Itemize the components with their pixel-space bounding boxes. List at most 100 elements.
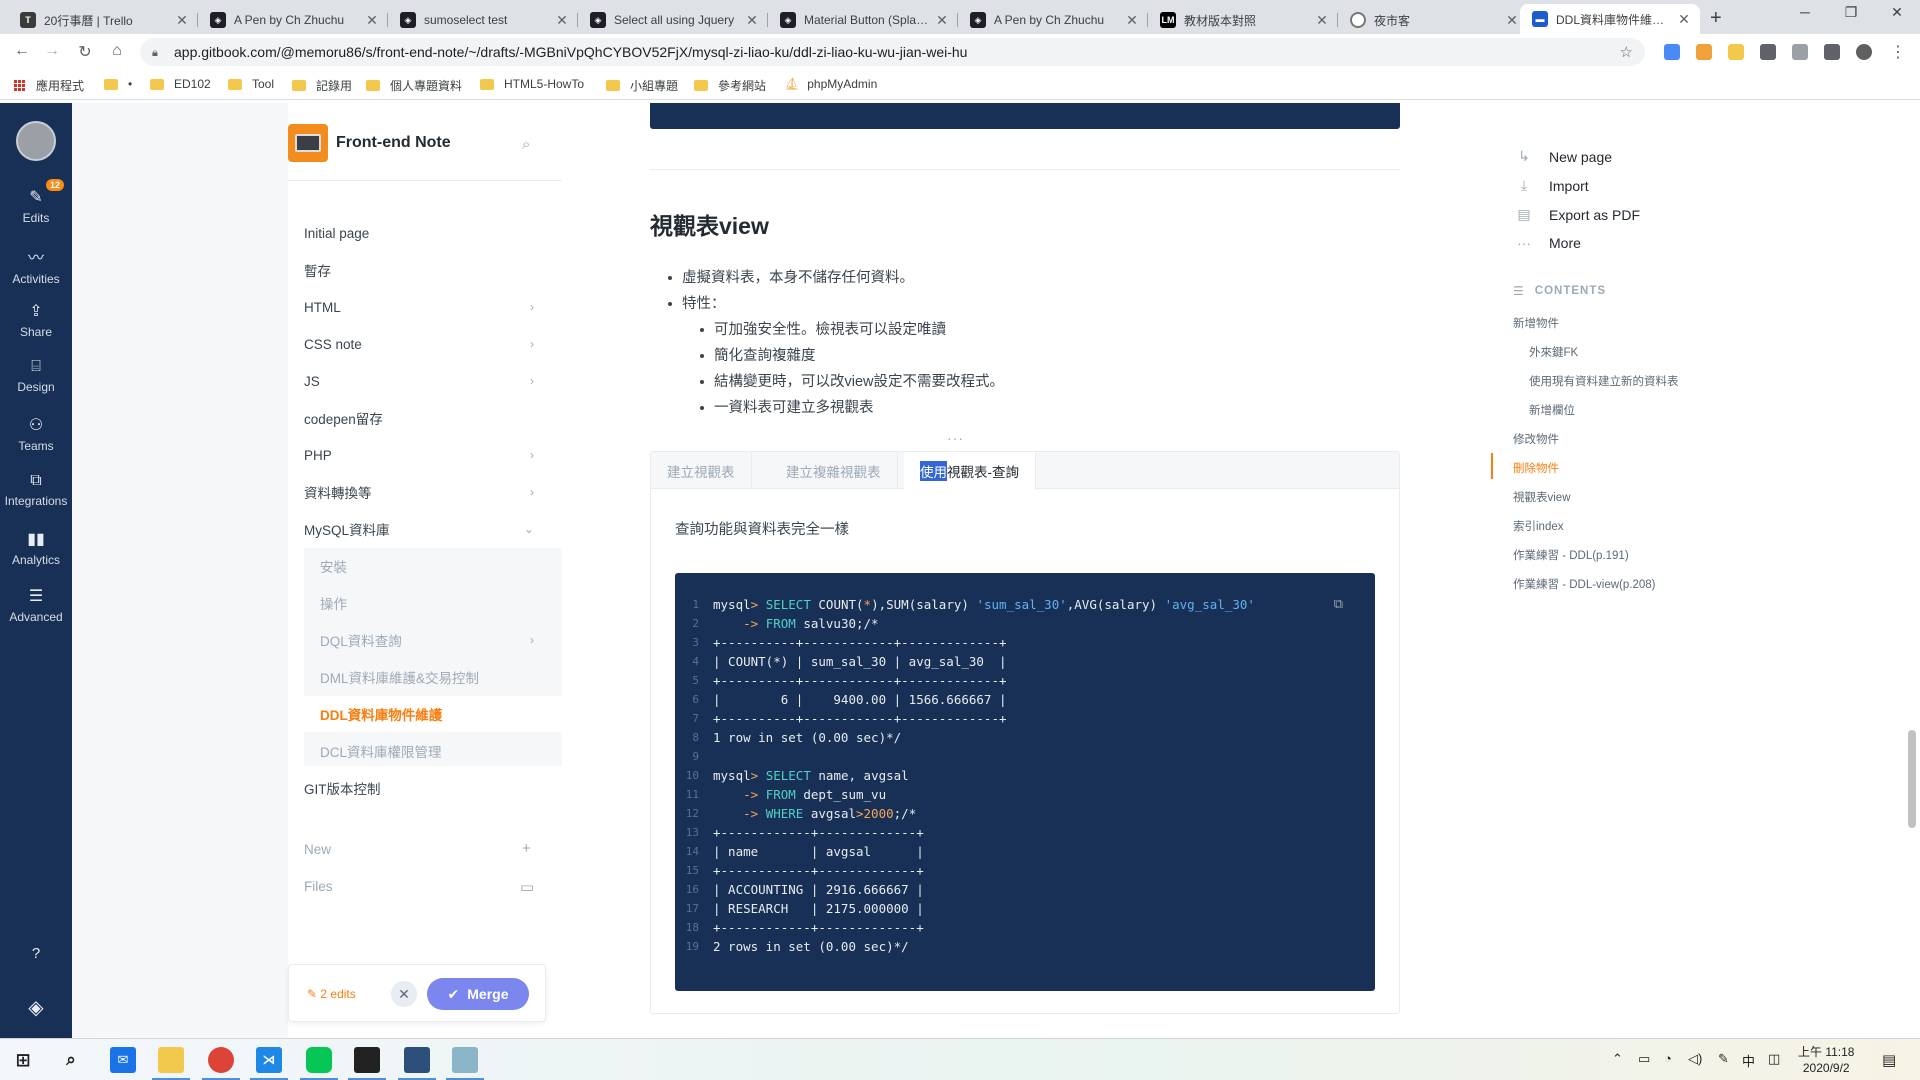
folder-outline-icon[interactable]: ▭	[520, 878, 534, 896]
search-icon[interactable]: ⌕	[58, 1047, 84, 1073]
sidebar-item-data-conversion[interactable]: 資料轉換等 ›	[288, 474, 562, 510]
extensions-puzzle-icon[interactable]	[1824, 44, 1840, 60]
close-tab-icon[interactable]: ✕	[1314, 12, 1330, 29]
bookmark-folder[interactable]: HTML5-HowTo	[480, 77, 584, 91]
chrome-icon[interactable]	[202, 1047, 240, 1080]
close-tab-icon[interactable]: ✕	[1676, 11, 1692, 28]
toc-item[interactable]: 作業練習 - DDL-view(p.208)	[1513, 576, 1656, 592]
sidebar-item-codepen[interactable]: codepen留存	[288, 400, 562, 436]
rail-activities[interactable]: 〰 Activities	[0, 244, 72, 286]
page-scrollbar[interactable]	[1905, 103, 1920, 1038]
sidebar-subitem-operations[interactable]: 操作	[304, 585, 562, 621]
toc-item[interactable]: 作業練習 - DDL(p.191)	[1513, 547, 1629, 563]
block-handle-icon[interactable]: ···	[947, 430, 964, 446]
code-block[interactable]: ⧉ 1 mysql > SELECT COUNT(*),SUM(salary) 's…	[675, 573, 1375, 991]
toc-item[interactable]: 外來鍵FK	[1529, 344, 1578, 360]
sidebar-item-js[interactable]: JS ›	[288, 363, 562, 399]
bookmark-apps[interactable]: 應用程式	[14, 77, 84, 94]
menu-kebab-icon[interactable]: ⋮	[1888, 42, 1908, 62]
rail-share[interactable]: ⇪ Share	[0, 301, 72, 339]
windows-start-icon[interactable]: ⊞	[10, 1047, 36, 1073]
browser-tab[interactable]: ◈ Select all using Jquery ✕	[578, 6, 768, 34]
battery-icon[interactable]: ▭	[1638, 1051, 1650, 1067]
browser-tab[interactable]: T 20行事曆 | Trello ✕	[8, 6, 198, 34]
browser-tab[interactable]: ◈ A Pen by Ch Zhuchu ✕	[958, 6, 1148, 34]
chevron-right-icon[interactable]: ›	[530, 448, 534, 462]
rail-integrations[interactable]: ⧉ Integrations	[0, 472, 72, 508]
forward-icon[interactable]: →	[42, 42, 62, 60]
import-action[interactable]: ⤓ Import	[1513, 177, 1589, 194]
rail-edits[interactable]: ✎ 12 Edits	[0, 179, 72, 225]
user-avatar[interactable]	[16, 121, 56, 161]
home-icon[interactable]: ⌂	[107, 42, 127, 60]
notifications-icon[interactable]: ▤	[1882, 1051, 1896, 1069]
sidebar-subitem-install[interactable]: 安裝	[304, 548, 562, 584]
close-tab-icon[interactable]: ✕	[1124, 12, 1140, 29]
rail-teams[interactable]: ⚇ Teams	[0, 415, 72, 453]
toc-item-active[interactable]: 刪除物件	[1513, 460, 1559, 476]
browser-tab[interactable]: LM 教材版本對照 ✕	[1148, 6, 1338, 34]
browser-tab[interactable]: 夜市客 ✕	[1338, 6, 1528, 34]
translate-ext-icon[interactable]	[1664, 44, 1680, 60]
mysql-workbench-icon[interactable]	[398, 1047, 436, 1080]
edits-count[interactable]: ✎ 2 edits	[307, 987, 356, 1001]
ext-icon[interactable]	[1696, 44, 1712, 60]
close-tab-icon[interactable]: ✕	[364, 12, 380, 29]
bookmark-star-icon[interactable]: ☆	[1620, 43, 1633, 61]
merge-button[interactable]: ✔ Merge	[427, 978, 529, 1010]
vscode-icon[interactable]: ⋊	[250, 1047, 288, 1080]
new-section-label[interactable]: New	[304, 842, 331, 857]
terminal-icon[interactable]	[348, 1047, 386, 1080]
bookmark-folder[interactable]: 記錄用	[292, 77, 352, 94]
sidebar-item-mysql[interactable]: MySQL資料庫 ⌄	[288, 511, 562, 547]
rail-advanced[interactable]: ☰ Advanced	[0, 586, 72, 624]
toc-item[interactable]: 新增物件	[1513, 315, 1559, 331]
ime-mode-icon[interactable]: ◫	[1768, 1051, 1780, 1067]
browser-tab[interactable]: ◈ A Pen by Ch Zhuchu ✕	[198, 6, 388, 34]
discard-close-button[interactable]: ✕	[391, 981, 417, 1007]
rail-design[interactable]: ⌸ Design	[0, 358, 72, 394]
app-icon[interactable]	[446, 1047, 484, 1080]
back-icon[interactable]: ←	[12, 42, 32, 60]
chevron-right-icon[interactable]: ›	[530, 300, 534, 314]
toc-item[interactable]: 修改物件	[1513, 431, 1559, 447]
profile-avatar-icon[interactable]	[1856, 44, 1872, 60]
export-pdf-action[interactable]: ▤ Export as PDF	[1513, 206, 1640, 223]
sidebar-subitem-dcl[interactable]: DCL資料庫權限管理	[304, 733, 562, 769]
layers-icon[interactable]: ◈	[0, 995, 72, 1024]
ext-icon[interactable]	[1760, 44, 1776, 60]
bookmark-folder[interactable]: ED102	[150, 77, 211, 91]
plus-icon[interactable]: +	[522, 840, 531, 857]
file-explorer-icon[interactable]	[152, 1047, 190, 1080]
sidebar-item-git[interactable]: GIT版本控制	[288, 770, 562, 806]
pen-icon[interactable]: ✎	[1718, 1051, 1729, 1067]
tab-use-view-query[interactable]: 使用 視觀表-查詢	[904, 452, 1036, 490]
toc-item[interactable]: 使用現有資料建立新的資料表	[1529, 373, 1679, 389]
bookmark-link[interactable]: ⛵︎ phpMyAdmin	[784, 77, 877, 91]
chevron-right-icon[interactable]: ›	[530, 374, 534, 388]
bookmark-folder[interactable]: 小組專題	[606, 77, 678, 94]
ext-icon[interactable]	[1728, 44, 1744, 60]
sidebar-subitem-ddl-active[interactable]: DDL資料庫物件維護	[304, 696, 562, 732]
new-tab-icon[interactable]: +	[1710, 7, 1722, 30]
browser-tab[interactable]: ◈ Material Button (Splash) ✕	[768, 6, 958, 34]
sidebar-item-php[interactable]: PHP ›	[288, 437, 562, 473]
chevron-right-icon[interactable]: ›	[530, 485, 534, 499]
mail-icon[interactable]: ✉	[110, 1047, 136, 1073]
help-icon[interactable]: ?	[0, 945, 72, 966]
close-tab-icon[interactable]: ✕	[1504, 12, 1520, 29]
chevron-right-icon[interactable]: ›	[530, 337, 534, 351]
address-bar[interactable]: 🔒︎ app.gitbook.com/@memoru86/s/front-end…	[140, 38, 1645, 66]
chevron-down-icon[interactable]: ⌄	[524, 522, 534, 536]
bookmark-folder[interactable]: Tool	[228, 77, 274, 91]
close-tab-icon[interactable]: ✕	[744, 12, 760, 29]
line-icon[interactable]	[300, 1047, 338, 1080]
new-page-action[interactable]: ↳ New page	[1513, 148, 1612, 165]
bookmark-folder[interactable]: 個人專題資料	[366, 77, 462, 94]
system-clock[interactable]: 上午 11:18 2020/9/2	[1798, 1044, 1854, 1076]
toc-item[interactable]: 新增欄位	[1529, 402, 1575, 418]
sidebar-subitem-dql[interactable]: DQL資料查詢 ›	[304, 622, 562, 658]
toc-item[interactable]: 索引index	[1513, 518, 1564, 534]
browser-tab-active[interactable]: ▬ DDL資料庫物件維護 - Fron ✕	[1520, 4, 1700, 34]
scrollbar-thumb[interactable]	[1908, 730, 1916, 828]
